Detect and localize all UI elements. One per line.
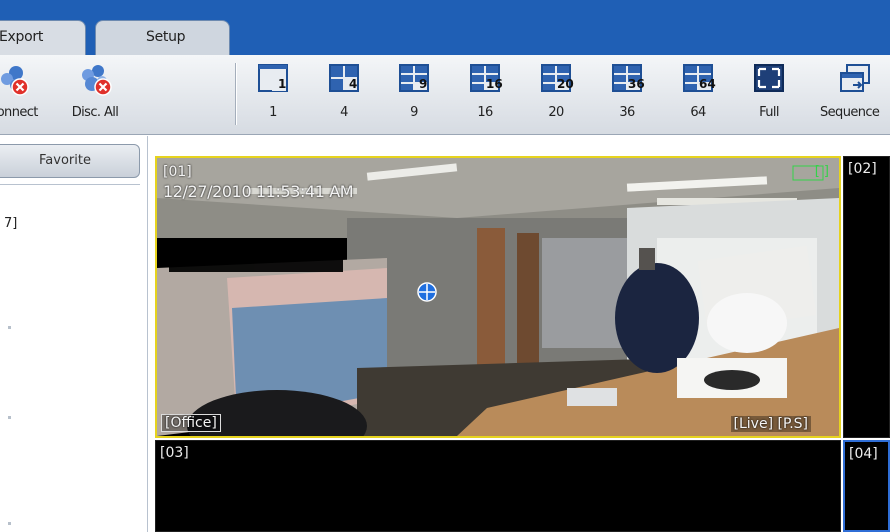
camera-index: [02] — [848, 161, 877, 177]
connect-icon — [1, 66, 29, 96]
layout-36-badge: 36 — [628, 77, 645, 91]
layout-4-label: 4 — [340, 105, 348, 120]
favorite-list — [0, 184, 140, 532]
connect-button[interactable]: Connect — [0, 55, 46, 133]
layout-20-badge: 20 — [557, 77, 574, 91]
tab-setup[interactable]: Setup — [95, 20, 230, 56]
disconnect-all-label: Disc. All — [71, 105, 119, 120]
toolbar: Connect Disc. All 1 1 4 4 — [0, 55, 890, 135]
connect-label: Connect — [0, 105, 38, 120]
disconnect-all-button[interactable]: Disc. All — [62, 55, 128, 133]
record-indicator: [ ] — [814, 164, 829, 179]
layout-16-badge: 16 — [486, 77, 503, 91]
layout-64-button[interactable]: 64 64 — [665, 55, 731, 133]
left-panel: Favorite 7] — [0, 136, 148, 532]
disconnect-all-icon — [82, 65, 112, 96]
favorite-item[interactable]: 7] — [4, 216, 17, 231]
tree-dot — [8, 416, 11, 419]
camera-index: [03] — [160, 445, 189, 461]
layout-16-button[interactable]: 16 16 — [452, 55, 518, 133]
camera-index: [04] — [849, 446, 878, 462]
full-screen-label: Full — [759, 105, 779, 120]
layout-20-button[interactable]: 20 20 — [523, 55, 589, 133]
layout-20-label: 20 — [548, 105, 564, 120]
camera-cell-01[interactable]: [01] 12/27/2010 11:53:41 AM [ ] [Office]… — [155, 156, 841, 438]
toolbar-separator — [235, 63, 236, 125]
favorite-item-label: 7] — [4, 216, 18, 231]
layout-36-button[interactable]: 36 36 — [594, 55, 660, 133]
layout-4-badge: 4 — [349, 77, 358, 91]
camera-index: [01] — [163, 164, 192, 180]
tab-export-label: Export — [0, 29, 44, 45]
sequence-button[interactable]: Sequence — [812, 55, 890, 133]
tab-export[interactable]: Export — [0, 20, 86, 56]
camera-cell-03[interactable]: [03] — [155, 440, 841, 532]
layout-9-label: 9 — [410, 105, 418, 120]
camera-timestamp: 12/27/2010 11:53:41 AM — [163, 182, 354, 201]
layout-64-label: 64 — [690, 105, 706, 120]
camera-cell-04[interactable]: [04] — [843, 440, 890, 532]
layout-16-label: 16 — [477, 105, 493, 120]
favorite-tab-label: Favorite — [39, 153, 91, 168]
camera-status: [Live] [P.S] — [730, 416, 811, 432]
tab-strip: Export Setup — [0, 0, 890, 56]
layout-9-button[interactable]: 9 9 — [381, 55, 447, 133]
tree-dot — [8, 522, 11, 525]
fullscreen-icon — [754, 64, 784, 92]
layout-9-badge: 9 — [419, 77, 428, 91]
tree-dot — [8, 326, 11, 329]
camera-grid: [01] 12/27/2010 11:53:41 AM [ ] [Office]… — [148, 136, 890, 532]
layout-1-badge: 1 — [278, 77, 287, 91]
sequence-label: Sequence — [820, 105, 880, 120]
camera-cell-02[interactable]: [02] — [843, 156, 890, 438]
layout-1-button[interactable]: 1 1 — [240, 55, 306, 133]
camera-name: [Office] — [161, 414, 221, 432]
layout-4-button[interactable]: 4 4 — [311, 55, 377, 133]
sequence-icon — [840, 64, 870, 92]
full-screen-button[interactable]: Full — [736, 55, 802, 133]
layout-36-label: 36 — [619, 105, 635, 120]
tab-setup-label: Setup — [146, 29, 186, 45]
layout-64-badge: 64 — [699, 77, 716, 91]
camera-osd-box — [169, 238, 343, 272]
favorite-tab[interactable]: Favorite — [0, 144, 140, 178]
layout-1-label: 1 — [269, 105, 277, 120]
